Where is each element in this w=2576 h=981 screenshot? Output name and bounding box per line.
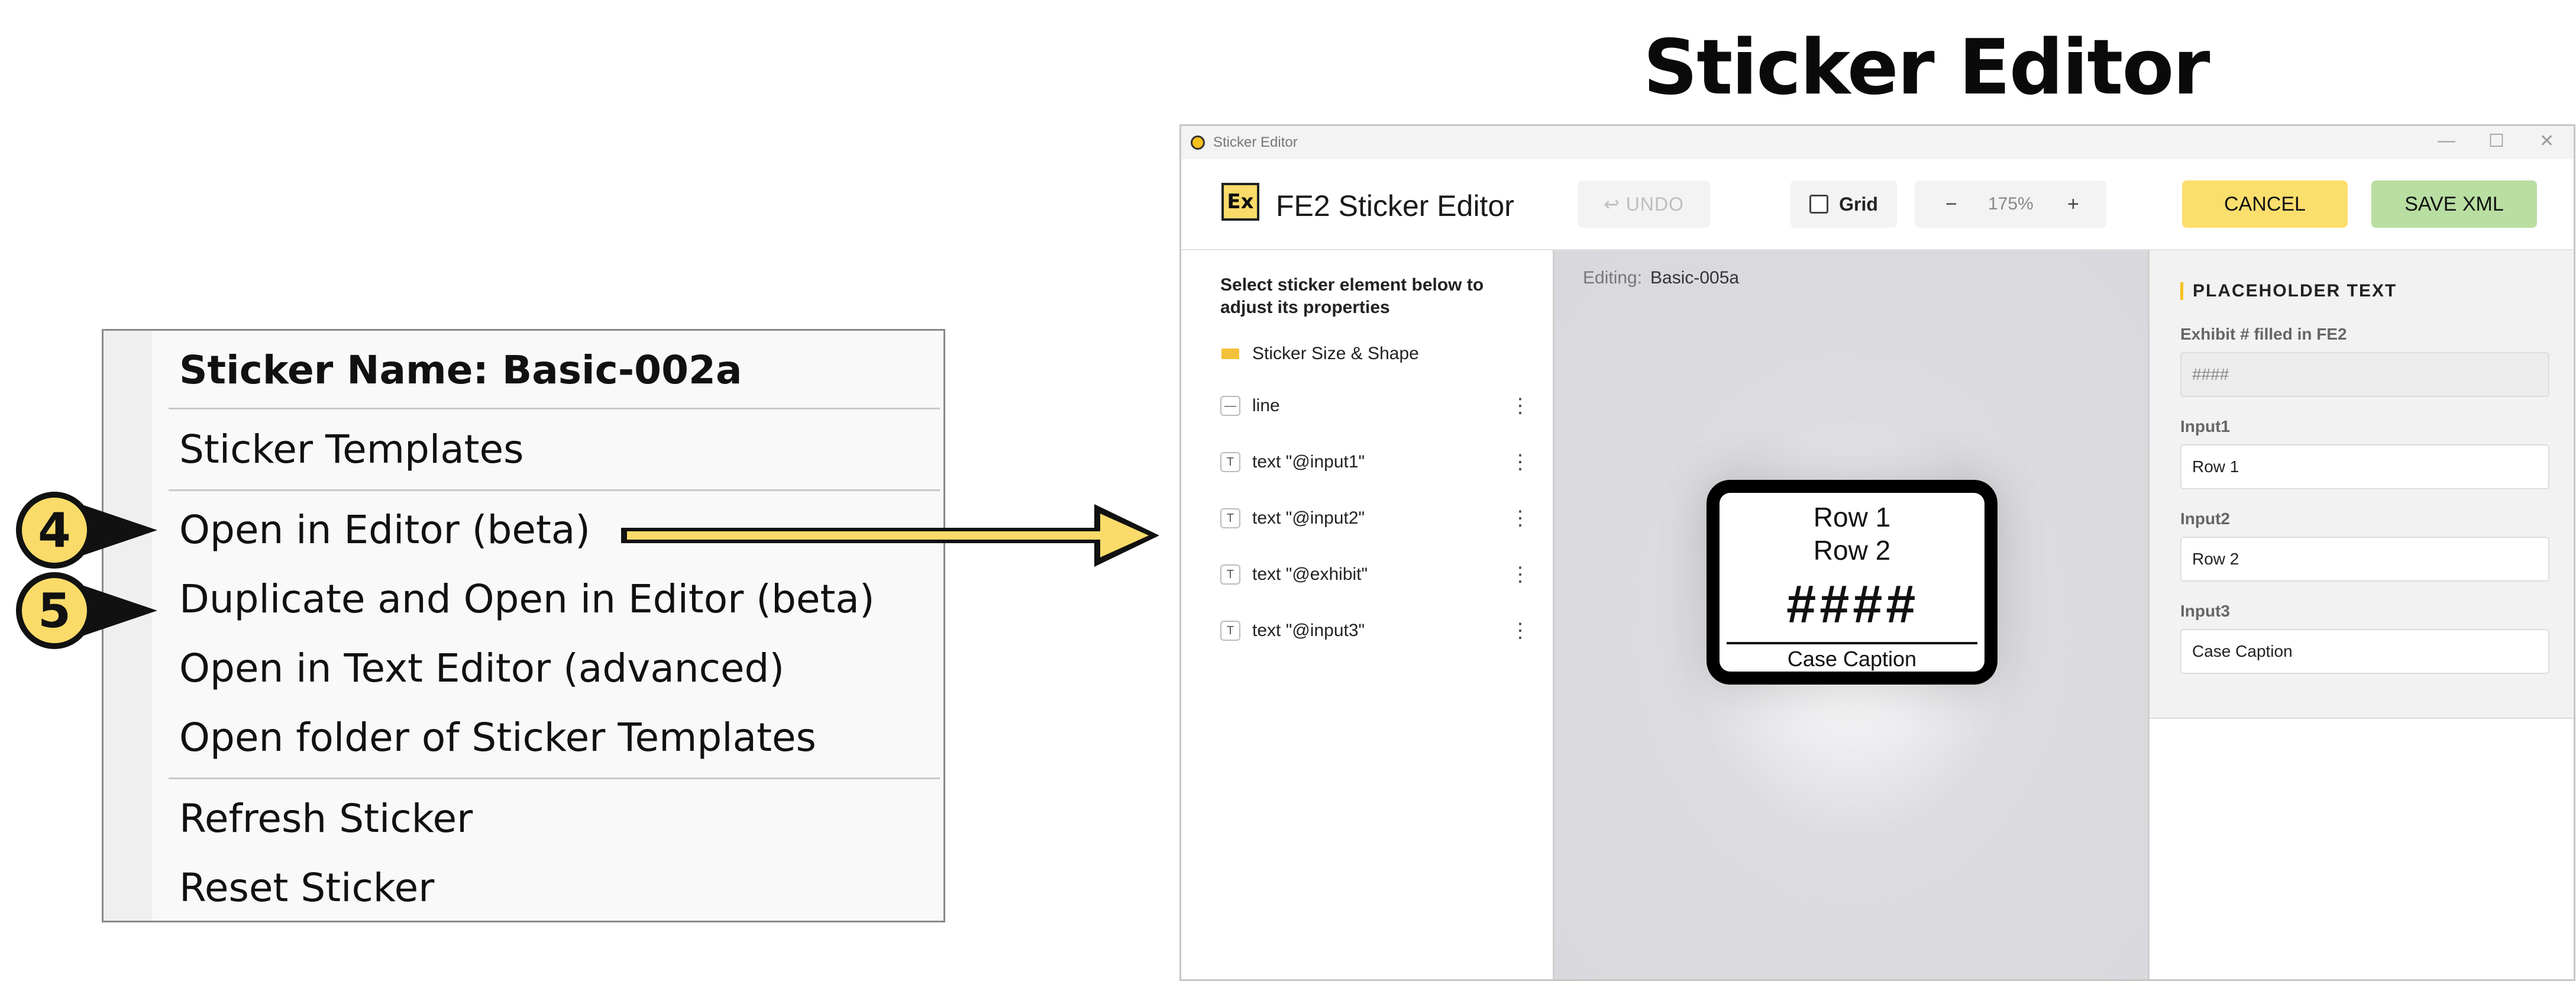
menu-item-open-in-text-editor[interactable]: Open in Text Editor (advanced) xyxy=(179,646,784,691)
save-xml-button[interactable]: SAVE XML xyxy=(2371,180,2537,228)
menu-separator xyxy=(169,489,940,491)
step-4-badge: 4 xyxy=(15,491,169,569)
close-icon[interactable]: ✕ xyxy=(2539,131,2554,151)
input1-field[interactable]: Row 1 xyxy=(2180,444,2549,489)
menu-separator xyxy=(169,777,940,779)
step-number: 4 xyxy=(38,502,71,558)
text-icon: T xyxy=(1220,621,1240,641)
window-titlebar: Sticker Editor — ☐ ✕ xyxy=(1181,126,2574,159)
cancel-button[interactable]: CANCEL xyxy=(2182,180,2348,228)
maximize-icon[interactable]: ☐ xyxy=(2488,131,2504,151)
app-name: FE2 Sticker Editor xyxy=(1276,189,1514,222)
menu-item-refresh-sticker[interactable]: Refresh Sticker xyxy=(179,796,473,841)
more-options-icon[interactable]: ⋮ xyxy=(1510,450,1530,474)
app-icon xyxy=(1191,135,1205,150)
element-label: text "@exhibit" xyxy=(1252,564,1368,584)
sticker-canvas[interactable]: Editing: Basic-005a Row 1 Row 2 #### Cas… xyxy=(1554,250,2148,979)
undo-button[interactable]: ↩ UNDO xyxy=(1578,180,1710,228)
menu-title: Sticker Name: Basic-002a xyxy=(179,347,742,393)
grid-toggle[interactable]: Grid xyxy=(1790,180,1897,228)
step-number: 5 xyxy=(38,583,71,638)
arrow-right-icon xyxy=(621,504,1159,567)
element-item-line[interactable]: — line ⋮ xyxy=(1220,391,1530,421)
sticker-caption-text[interactable]: Case Caption xyxy=(1720,647,1984,672)
input2-field[interactable]: Row 2 xyxy=(2180,537,2549,582)
text-icon: T xyxy=(1220,452,1240,472)
more-options-icon[interactable]: ⋮ xyxy=(1510,394,1530,418)
logo-icon: Ex xyxy=(1221,183,1259,221)
element-item-exhibit[interactable]: T text "@exhibit" ⋮ xyxy=(1220,560,1530,589)
minimize-icon[interactable]: — xyxy=(2438,131,2455,151)
input3-field[interactable]: Case Caption xyxy=(2180,629,2549,674)
element-label: text "@input1" xyxy=(1252,452,1365,472)
element-list-panel: Select sticker element below to adjust i… xyxy=(1181,250,1554,979)
section-title: PLACEHOLDER TEXT xyxy=(2180,282,2397,300)
sticker-exhibit-text[interactable]: #### xyxy=(1720,575,1984,635)
more-options-icon[interactable]: ⋮ xyxy=(1510,619,1530,643)
more-options-icon[interactable]: ⋮ xyxy=(1510,563,1530,586)
element-list-instruction: Select sticker element below to adjust i… xyxy=(1220,275,1484,317)
toolbar: Ex FE2 Sticker Editor ↩ UNDO Grid − 175%… xyxy=(1181,159,2574,250)
menu-item-open-in-editor[interactable]: Open in Editor (beta) xyxy=(179,507,590,553)
input3-field-label: Input3 xyxy=(2180,602,2230,620)
menu-item-duplicate-open-in-editor[interactable]: Duplicate and Open in Editor (beta) xyxy=(179,576,875,622)
sticker-body: Row 1 Row 2 #### Case Caption xyxy=(1720,493,1984,672)
exhibit-field-label: Exhibit # filled in FE2 xyxy=(2180,325,2347,343)
sticker-row1-text[interactable]: Row 1 xyxy=(1720,501,1984,533)
sticker-preview[interactable]: Row 1 Row 2 #### Case Caption xyxy=(1706,480,1998,685)
more-options-icon[interactable]: ⋮ xyxy=(1510,506,1530,530)
element-label: Sticker Size & Shape xyxy=(1252,344,1419,363)
zoom-control: − 175% + xyxy=(1915,180,2106,228)
grid-label: Grid xyxy=(1839,193,1878,215)
sticker-line[interactable] xyxy=(1727,642,1977,644)
placeholder-text-section: PLACEHOLDER TEXT Exhibit # filled in FE2… xyxy=(2150,250,2574,719)
menu-item-open-folder[interactable]: Open folder of Sticker Templates xyxy=(179,715,816,760)
text-icon: T xyxy=(1220,508,1240,528)
element-item-size-shape[interactable]: Sticker Size & Shape xyxy=(1220,339,1528,369)
sticker-editor-window: Sticker Editor — ☐ ✕ Ex FE2 Sticker Edit… xyxy=(1179,124,2575,981)
menu-separator xyxy=(169,408,940,409)
zoom-out-button[interactable]: − xyxy=(1945,193,1957,216)
element-label: text "@input3" xyxy=(1252,621,1365,640)
editing-label: Editing: xyxy=(1583,268,1643,288)
page-heading: Sticker Editor xyxy=(1643,24,2210,112)
line-icon: — xyxy=(1220,396,1240,416)
exhibit-field: #### xyxy=(2180,352,2549,397)
input1-field-label: Input1 xyxy=(2180,417,2230,435)
step-5-badge: 5 xyxy=(15,572,169,650)
grid-checkbox[interactable] xyxy=(1809,195,1829,214)
element-label: text "@input2" xyxy=(1252,508,1365,528)
editing-sticker-name: Basic-005a xyxy=(1650,268,1740,288)
window-title: Sticker Editor xyxy=(1213,134,1298,150)
menu-item-sticker-templates[interactable]: Sticker Templates xyxy=(179,427,524,472)
element-item-input2[interactable]: T text "@input2" ⋮ xyxy=(1220,504,1530,533)
element-item-input3[interactable]: T text "@input3" ⋮ xyxy=(1220,616,1530,646)
input2-field-label: Input2 xyxy=(2180,509,2230,528)
properties-panel: PLACEHOLDER TEXT Exhibit # filled in FE2… xyxy=(2148,250,2574,979)
zoom-level: 175% xyxy=(1988,194,2034,214)
menu-item-reset-sticker[interactable]: Reset Sticker xyxy=(179,865,434,911)
sticker-row2-text[interactable]: Row 2 xyxy=(1720,534,1984,566)
text-icon: T xyxy=(1220,564,1240,585)
shape-icon xyxy=(1220,344,1240,364)
element-item-input1[interactable]: T text "@input1" ⋮ xyxy=(1220,447,1530,477)
element-label: line xyxy=(1252,396,1280,415)
context-menu: Sticker Name: Basic-002a Sticker Templat… xyxy=(102,329,945,922)
zoom-in-button[interactable]: + xyxy=(2067,193,2079,216)
